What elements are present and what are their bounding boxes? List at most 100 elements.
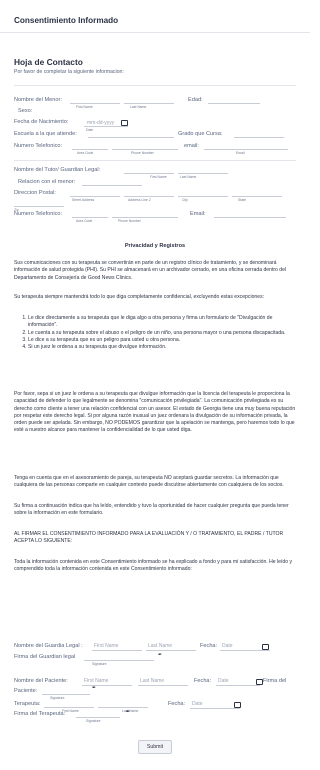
patient-date-input[interactable]: Date [218, 678, 229, 684]
exception-item: Le cuenta a su terapeuta sobre el abuso … [28, 330, 296, 337]
city-caption: City [182, 198, 188, 202]
minor-phone-label: Numero Telefonico: [14, 143, 63, 149]
guardian-signature-label: Firma del Guardian legal [14, 654, 76, 660]
phone-caption: Phone Number [131, 151, 154, 155]
exception-item: Le dice directamente a su terapeuta que … [28, 315, 296, 330]
street-caption: Street Address [72, 198, 95, 202]
guardian-date-label: Fecha: [200, 643, 218, 649]
calendar-icon[interactable] [262, 644, 269, 650]
age-input[interactable] [208, 103, 260, 104]
state-caption: State [238, 198, 246, 202]
privacy-paragraph-1: Sus comunicaciones con su terapeuta se c… [14, 260, 287, 281]
patient-last-input[interactable]: Last Name [140, 678, 164, 684]
minor-email-label: email: [184, 143, 199, 149]
pen-icon[interactable]: ✒ [126, 709, 130, 715]
guardian-name-label: Nombre del Tutor/ Guardian Legal: [14, 167, 101, 173]
section-subtitle: Por favor de completar la siguiente info… [14, 69, 124, 75]
exceptions-list: Le dice directamente a su terapeuta que … [14, 315, 296, 351]
privacy-paragraph-4: Tenga en cuenta que en el asesoramiento … [14, 475, 284, 489]
street2-input[interactable] [124, 196, 174, 197]
calendar-icon[interactable] [234, 702, 241, 708]
relation-label: Relacion con el menor: [18, 179, 76, 185]
age-label: Edad: [188, 97, 203, 103]
minor-email-input[interactable] [204, 149, 288, 150]
first-name-caption: First Name [76, 105, 93, 109]
school-label: Escuela a la que atiende: [14, 131, 77, 137]
patient-date-label: Fecha: [194, 678, 212, 684]
grade-label: Grado que Cursa: [178, 131, 223, 137]
guardian-last-name-input[interactable] [178, 173, 228, 174]
guardian-email-label: Email: [190, 211, 206, 217]
guardian-phone-input[interactable] [112, 217, 178, 218]
therapist-first-input[interactable] [44, 707, 94, 708]
privacy-paragraph-3: Por favor, sepa si un juez le ordena a s… [14, 391, 296, 434]
email-caption: Email [236, 151, 245, 155]
guardian-area-caption: Area Code [76, 219, 93, 223]
state-input[interactable] [232, 196, 282, 197]
privacy-paragraph-2: Su terapeuta siempre mantendrá todo lo q… [14, 294, 265, 300]
guardian-sign-first-input[interactable]: First Name [94, 643, 118, 649]
patient-name-label: Nombre del Paciente: [14, 678, 68, 684]
exception-item: Le dice a su terapeuta que es un peligro… [28, 337, 296, 344]
guardian-first-caption: First Name [150, 175, 167, 179]
therapist-date-label: Fecha: [168, 701, 186, 707]
signature-caption: Signature [92, 662, 107, 666]
minor-phone-input[interactable] [112, 149, 178, 150]
patient-last-underline [138, 685, 188, 686]
therapist-label: Terapeuta: [14, 701, 41, 707]
sex-label: Sexo: [18, 108, 33, 114]
privacy-paragraph-7: Toda la información contenida en este Co… [14, 559, 293, 573]
guardian-sign-last-underline [146, 650, 196, 651]
therapist-date-underline [190, 708, 240, 709]
patient-signature-pad[interactable] [42, 694, 90, 695]
therapist-signature-pad[interactable] [76, 717, 120, 718]
guardian-legal-label: Nombre del Guardia Legal : [14, 643, 83, 649]
zip-input[interactable] [14, 206, 64, 207]
dob-underline [84, 126, 128, 127]
street2-caption: Address Line 2 [128, 198, 151, 202]
minor-area-code-input[interactable] [72, 149, 108, 150]
patient-date-underline [216, 685, 260, 686]
relation-input[interactable] [82, 185, 142, 186]
guardian-last-caption: Last Name [180, 175, 197, 179]
patient-first-input[interactable]: First Name [84, 678, 108, 684]
calendar-icon[interactable] [256, 679, 263, 685]
area-code-caption: Area Code [77, 151, 94, 155]
last-name-caption: Last Name [130, 105, 147, 109]
therapist-date-input[interactable]: Date [192, 701, 203, 707]
therapist-last-input[interactable] [98, 707, 148, 708]
guardian-email-input[interactable] [214, 217, 286, 218]
minor-last-name-input[interactable] [124, 103, 174, 104]
guardian-date-input[interactable]: Date [222, 643, 233, 649]
form-header-title: Consentimiento Informado [14, 16, 119, 25]
pen-icon[interactable]: ✒ [158, 652, 162, 658]
privacy-heading: Privacidad y Registros [124, 243, 186, 249]
guardian-sign-first-underline [92, 650, 142, 651]
guardian-first-name-input[interactable] [124, 173, 174, 174]
calendar-icon[interactable] [121, 120, 128, 126]
guardian-sign-last-input[interactable]: Last Name [148, 643, 172, 649]
patient-signature-label: Firma del [263, 678, 287, 684]
section-divider [14, 85, 296, 86]
section-title: Hoja de Contacto [14, 57, 83, 67]
guardian-phone-caption: Phone Number [118, 219, 141, 223]
school-input[interactable] [88, 137, 174, 138]
street-input[interactable] [70, 196, 120, 197]
minor-name-label: Nombre del Menor: [14, 97, 62, 103]
address-label: Direccion Postal: [14, 190, 56, 196]
therapist-last-caption: Last Name [122, 709, 139, 713]
minor-divider [14, 160, 296, 161]
signature-caption: Signature [86, 719, 101, 723]
dob-label: Fecha de Nacimiento: [14, 119, 69, 125]
guardian-date-underline [220, 650, 270, 651]
minor-first-name-input[interactable] [70, 103, 120, 104]
guardian-signature-pad[interactable] [84, 660, 154, 661]
grade-input[interactable] [234, 137, 284, 138]
submit-button[interactable]: Submit [138, 740, 172, 754]
pen-icon[interactable]: ✒ [92, 685, 96, 691]
patient-first-underline [82, 685, 132, 686]
city-input[interactable] [178, 196, 228, 197]
guardian-area-code-input[interactable] [72, 217, 108, 218]
form-page: Consentimiento Informado Hoja de Contact… [0, 0, 310, 770]
privacy-paragraph-6: AL FIRMAR EL CONSENTIMIENTO INFORMADO PA… [14, 531, 284, 545]
